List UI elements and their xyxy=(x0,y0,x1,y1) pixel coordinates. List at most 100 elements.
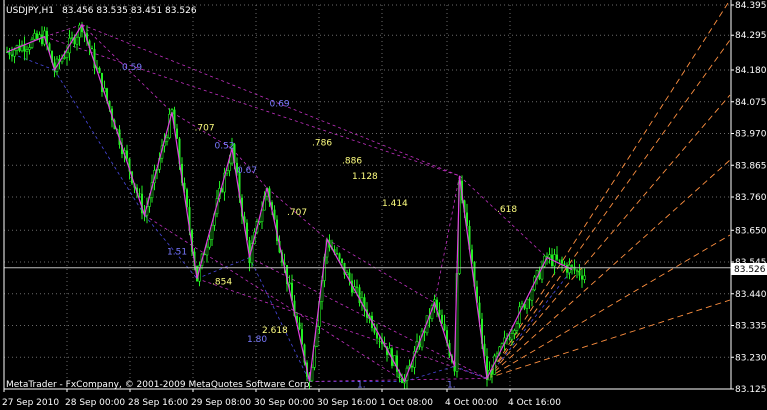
candle-body xyxy=(41,34,43,45)
candle-body xyxy=(91,47,93,50)
fan-line xyxy=(486,299,731,379)
candle xyxy=(413,346,416,375)
candle xyxy=(28,43,31,55)
candle-body xyxy=(13,49,16,57)
candle-body xyxy=(30,38,34,48)
candle-body xyxy=(528,299,531,301)
candle xyxy=(441,309,443,325)
price-tick-label: 83.970 xyxy=(735,130,767,140)
candle-body xyxy=(563,263,566,265)
ratio-label: .707 xyxy=(287,208,307,218)
candle-body xyxy=(165,137,169,142)
time-tick-label: 29 Sep 08:00 xyxy=(191,398,251,408)
time-tick-label: 4 Oct 00:00 xyxy=(445,398,498,408)
zigzag-path xyxy=(6,23,573,383)
time-tick-label: 28 Sep 16:00 xyxy=(128,398,188,408)
price-tick-label: 84.295 xyxy=(735,31,767,41)
zigzag-line xyxy=(6,23,573,383)
candle xyxy=(8,47,11,60)
candle-body xyxy=(576,270,578,272)
candle xyxy=(396,350,398,378)
time-tick-label: 30 Sep 16:00 xyxy=(317,398,377,408)
candle xyxy=(98,66,101,74)
candle-body xyxy=(70,37,74,39)
ratio-line xyxy=(44,36,460,177)
ratio-label: .886 xyxy=(342,157,362,167)
candle-body xyxy=(228,162,231,171)
price-tick-label: 83.125 xyxy=(735,385,767,395)
candle-body xyxy=(443,323,446,331)
candle xyxy=(141,185,143,220)
candle xyxy=(75,33,79,51)
candle-body xyxy=(336,253,338,255)
time-tick-label: 1 Oct 08:00 xyxy=(380,398,433,408)
ratio-label: 0.69 xyxy=(270,99,290,109)
candle xyxy=(566,262,568,279)
candle-body xyxy=(138,193,141,195)
price-tick-label: 83.335 xyxy=(735,322,767,332)
price-chart[interactable]: 0.59 0.69 .707 .786 0.52 .886 0.67 1.128 1.414 .6… xyxy=(0,0,767,410)
time-axis[interactable]: 27 Sep 2010 28 Sep 00:00 28 Sep 16:00 29 Se… xyxy=(2,389,561,408)
candle xyxy=(13,47,16,64)
candle xyxy=(583,268,586,284)
candle xyxy=(30,36,34,50)
candle xyxy=(336,246,338,256)
candle-body xyxy=(356,286,358,288)
candle xyxy=(486,348,488,387)
candle xyxy=(551,248,553,269)
candle xyxy=(78,22,81,46)
candle-body xyxy=(513,330,516,334)
candle-body xyxy=(298,322,301,330)
candle-body xyxy=(28,47,31,50)
candle-body xyxy=(98,67,101,73)
candle-body xyxy=(510,333,514,340)
candle-body xyxy=(556,254,558,260)
ratio-line xyxy=(459,175,548,258)
ratio-line xyxy=(309,378,488,382)
price-tick-label: 84.180 xyxy=(735,66,767,76)
candle xyxy=(165,134,169,146)
chart-grid xyxy=(3,4,731,390)
candle-body xyxy=(11,54,13,57)
price-axis[interactable]: 84.395 84.295 84.180 84.075 83.970 83.865 83.7… xyxy=(731,1,767,395)
ratio-line xyxy=(249,257,310,382)
symbol-timeframe: USDJPY,H1 xyxy=(6,6,54,16)
candle-body xyxy=(126,150,128,159)
candle-body xyxy=(338,253,341,259)
ratio-label: 0.52 xyxy=(215,142,235,152)
candle xyxy=(15,44,19,55)
chart-axes xyxy=(3,0,732,390)
fan-line xyxy=(486,159,731,379)
candle-body xyxy=(508,338,511,340)
candle-body xyxy=(23,44,26,52)
candle-body xyxy=(8,52,11,55)
candle xyxy=(18,39,21,53)
copyright-text: MetaTrader - FxCompany, © 2001-2009 Meta… xyxy=(6,380,312,390)
candle xyxy=(363,293,366,317)
candle xyxy=(573,259,576,275)
candle-body xyxy=(208,239,211,248)
candle-body xyxy=(583,275,586,280)
ratio-label: .707 xyxy=(195,123,215,133)
candle-body xyxy=(411,365,413,368)
harmonic-ratio-lines xyxy=(6,24,573,382)
fan-line xyxy=(486,39,731,379)
price-tick-label: 84.395 xyxy=(735,1,767,11)
candle-body xyxy=(378,338,381,340)
candle-body xyxy=(561,259,563,264)
candle xyxy=(38,31,41,43)
candle xyxy=(25,45,29,61)
candle-body xyxy=(63,57,66,59)
fan-line xyxy=(486,94,731,379)
ratio-line xyxy=(486,269,573,379)
ratio-label: 0.67 xyxy=(237,166,257,176)
candle-body xyxy=(558,259,561,261)
candle xyxy=(581,268,583,288)
candle-body xyxy=(288,282,291,285)
current-price-label: 83.526 xyxy=(734,265,766,275)
candle xyxy=(420,327,424,351)
candle-body xyxy=(205,246,209,256)
chart-window[interactable]: 0.59 0.69 .707 .786 0.52 .886 0.67 1.128 1.414 .6… xyxy=(0,0,767,410)
candle xyxy=(548,247,551,264)
candle-body xyxy=(578,270,581,276)
